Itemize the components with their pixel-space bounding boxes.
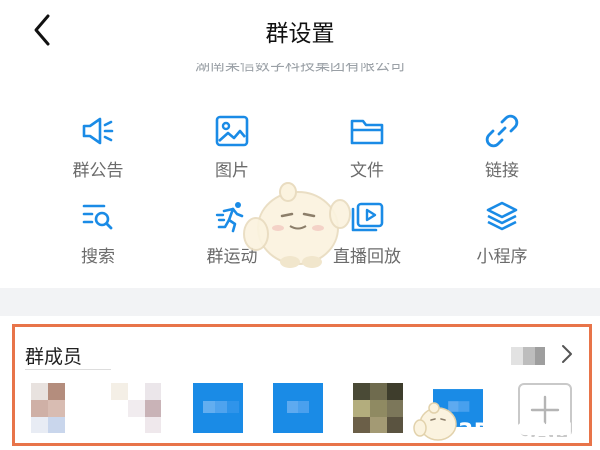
tool-files[interactable]: 文件 (307, 114, 427, 181)
tool-search[interactable]: 搜索 (38, 200, 158, 267)
section-divider (0, 288, 600, 316)
group-name-row: 湖南某信数字科技集团有限公司 (0, 54, 600, 76)
tool-label: 链接 (485, 161, 519, 181)
layers-icon (486, 201, 518, 231)
member-avatar[interactable] (111, 383, 161, 433)
member-avatar[interactable] (353, 383, 403, 433)
tool-images[interactable]: 图片 (172, 114, 292, 181)
section-title: 群成员 (25, 346, 83, 368)
title-underline (25, 369, 111, 370)
page-title: 群设置 (265, 21, 335, 47)
folder-icon (350, 119, 384, 145)
megaphone-icon (82, 117, 114, 145)
member-avatar[interactable] (31, 383, 81, 433)
tool-label: 群公告 (72, 161, 124, 181)
member-avatar[interactable] (273, 383, 323, 433)
header-overlap (0, 54, 600, 63)
member-count-redacted (511, 347, 545, 365)
mascot-watermark-icon (243, 182, 351, 268)
live-replay-icon (351, 202, 384, 232)
tool-announcement[interactable]: 群公告 (38, 114, 158, 181)
tool-label: 小程序 (476, 247, 528, 267)
link-icon (485, 114, 519, 148)
nav-header: 群设置 (0, 0, 600, 62)
watermark-text: 3DMGAME (458, 420, 589, 445)
tool-mini-programs[interactable]: 小程序 (442, 200, 562, 267)
image-icon (215, 115, 249, 147)
tool-label: 搜索 (81, 247, 115, 267)
watermark-mascot-icon (413, 402, 457, 441)
search-list-icon (82, 204, 113, 230)
member-avatar[interactable] (193, 383, 243, 433)
tool-links[interactable]: 链接 (442, 114, 562, 181)
chevron-right-icon[interactable] (559, 343, 575, 365)
